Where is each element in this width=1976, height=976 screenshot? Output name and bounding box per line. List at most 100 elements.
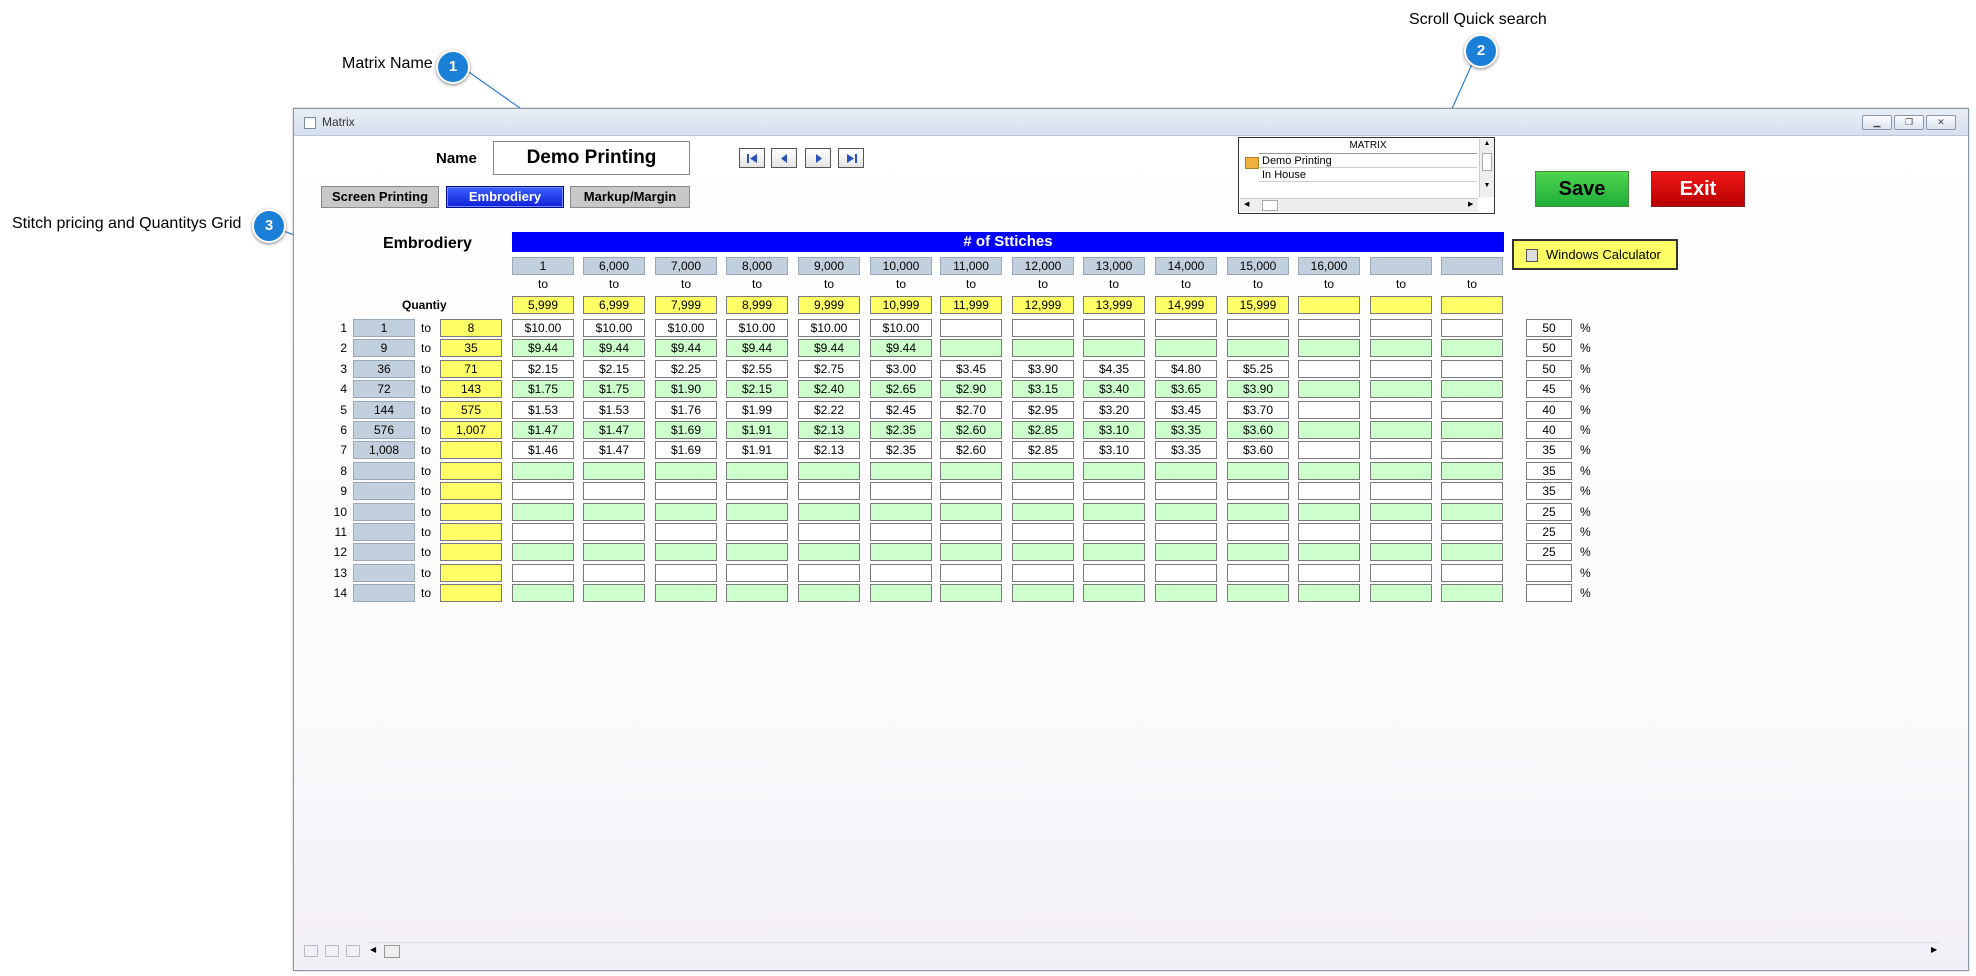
price-cell[interactable]: $3.35 xyxy=(1155,421,1217,439)
matrix-name-input[interactable]: Demo Printing xyxy=(493,141,690,175)
price-cell[interactable]: $3.45 xyxy=(940,359,1002,378)
quantity-from-field[interactable] xyxy=(353,563,415,582)
price-cell[interactable]: $3.20 xyxy=(1083,400,1145,419)
price-cell[interactable]: $1.47 xyxy=(583,441,645,460)
price-cell[interactable] xyxy=(1083,523,1145,541)
price-cell[interactable] xyxy=(1227,563,1289,582)
price-cell[interactable]: $1.53 xyxy=(583,400,645,419)
stitch-to-field[interactable]: 11,999 xyxy=(940,296,1002,314)
stitch-from-field[interactable]: 6,000 xyxy=(583,257,645,275)
quantity-from-field[interactable]: 72 xyxy=(353,380,415,399)
markup-percent-field[interactable]: 40 xyxy=(1526,400,1572,419)
price-cell[interactable] xyxy=(1083,584,1145,603)
price-cell[interactable] xyxy=(726,543,788,562)
price-cell[interactable] xyxy=(655,584,717,603)
price-cell[interactable] xyxy=(726,461,788,480)
markup-percent-field[interactable]: 25 xyxy=(1526,502,1572,521)
price-cell[interactable] xyxy=(512,461,574,480)
price-cell[interactable] xyxy=(1441,319,1503,337)
stitch-to-field[interactable] xyxy=(1370,296,1432,314)
price-cell[interactable]: $1.53 xyxy=(512,400,574,419)
price-cell[interactable] xyxy=(1370,441,1432,460)
price-cell[interactable] xyxy=(1441,482,1503,501)
price-cell[interactable] xyxy=(1298,319,1360,337)
price-cell[interactable] xyxy=(940,461,1002,480)
price-cell[interactable] xyxy=(1441,339,1503,358)
price-cell[interactable]: $2.15 xyxy=(583,359,645,378)
price-cell[interactable] xyxy=(583,563,645,582)
price-cell[interactable] xyxy=(1441,584,1503,603)
price-cell[interactable] xyxy=(583,584,645,603)
markup-percent-field[interactable] xyxy=(1526,563,1572,582)
price-cell[interactable] xyxy=(1370,359,1432,378)
stitch-to-field[interactable] xyxy=(1298,296,1360,314)
price-cell[interactable] xyxy=(726,502,788,521)
price-cell[interactable]: $3.70 xyxy=(1227,400,1289,419)
h-scroll-thumb[interactable] xyxy=(1262,200,1278,211)
price-cell[interactable]: $1.47 xyxy=(512,421,574,439)
price-cell[interactable]: $1.75 xyxy=(512,380,574,399)
quantity-from-field[interactable]: 576 xyxy=(353,421,415,439)
price-cell[interactable] xyxy=(1155,543,1217,562)
price-cell[interactable] xyxy=(512,563,574,582)
price-cell[interactable]: $5.25 xyxy=(1227,359,1289,378)
price-cell[interactable] xyxy=(1012,584,1074,603)
form-horizontal-scrollbar[interactable]: ◀ ▶ xyxy=(368,942,1938,959)
price-cell[interactable] xyxy=(1083,543,1145,562)
quantity-to-field[interactable] xyxy=(440,584,502,603)
price-cell[interactable] xyxy=(1227,523,1289,541)
price-cell[interactable]: $1.69 xyxy=(655,441,717,460)
quantity-to-field[interactable] xyxy=(440,543,502,562)
quantity-from-field[interactable]: 1 xyxy=(353,319,415,337)
next-record-button[interactable] xyxy=(805,148,831,168)
price-cell[interactable] xyxy=(1370,584,1432,603)
price-cell[interactable]: $3.60 xyxy=(1227,421,1289,439)
price-cell[interactable]: $3.00 xyxy=(870,359,932,378)
price-cell[interactable] xyxy=(1441,563,1503,582)
price-cell[interactable]: $2.60 xyxy=(940,441,1002,460)
markup-percent-field[interactable]: 35 xyxy=(1526,441,1572,460)
price-cell[interactable] xyxy=(1298,441,1360,460)
price-cell[interactable] xyxy=(1227,502,1289,521)
quantity-to-field[interactable] xyxy=(440,441,502,460)
price-cell[interactable]: $4.80 xyxy=(1155,359,1217,378)
price-cell[interactable] xyxy=(870,543,932,562)
quantity-from-field[interactable]: 144 xyxy=(353,400,415,419)
view-toggle-icon[interactable] xyxy=(325,945,339,957)
quantity-to-field[interactable]: 575 xyxy=(440,400,502,419)
markup-percent-field[interactable] xyxy=(1526,584,1572,603)
price-cell[interactable] xyxy=(798,543,860,562)
quantity-to-field[interactable]: 8 xyxy=(440,319,502,337)
price-cell[interactable] xyxy=(1441,441,1503,460)
markup-percent-field[interactable]: 45 xyxy=(1526,380,1572,399)
restore-button[interactable]: ❐ xyxy=(1894,115,1924,130)
previous-record-button[interactable] xyxy=(771,148,797,168)
price-cell[interactable] xyxy=(1298,523,1360,541)
price-cell[interactable]: $2.35 xyxy=(870,441,932,460)
scroll-thumb[interactable] xyxy=(1482,153,1492,171)
price-cell[interactable] xyxy=(870,482,932,501)
stitch-to-field[interactable]: 10,999 xyxy=(870,296,932,314)
price-cell[interactable] xyxy=(1370,563,1432,582)
price-cell[interactable] xyxy=(940,482,1002,501)
tab-markup-margin[interactable]: Markup/Margin xyxy=(570,186,690,208)
scroll-down-icon[interactable]: ▼ xyxy=(1480,181,1494,191)
windows-calculator-button[interactable]: Windows Calculator xyxy=(1512,239,1678,270)
stitch-to-field[interactable]: 15,999 xyxy=(1227,296,1289,314)
quick-search-list[interactable]: MATRIX Demo Printing In House ▲ ▼ ◀ ▶ xyxy=(1238,137,1495,214)
price-cell[interactable]: $2.70 xyxy=(940,400,1002,419)
price-cell[interactable] xyxy=(512,482,574,501)
price-cell[interactable] xyxy=(870,563,932,582)
price-cell[interactable] xyxy=(798,461,860,480)
price-cell[interactable] xyxy=(1370,421,1432,439)
price-cell[interactable] xyxy=(583,543,645,562)
price-cell[interactable]: $3.90 xyxy=(1227,380,1289,399)
quantity-to-field[interactable] xyxy=(440,482,502,501)
price-cell[interactable] xyxy=(870,461,932,480)
price-cell[interactable] xyxy=(1441,359,1503,378)
price-cell[interactable] xyxy=(1370,400,1432,419)
scroll-right-icon[interactable]: ▶ xyxy=(1468,200,1473,208)
price-cell[interactable] xyxy=(1441,543,1503,562)
stitch-from-field[interactable]: 10,000 xyxy=(870,257,932,275)
price-cell[interactable]: $1.99 xyxy=(726,400,788,419)
